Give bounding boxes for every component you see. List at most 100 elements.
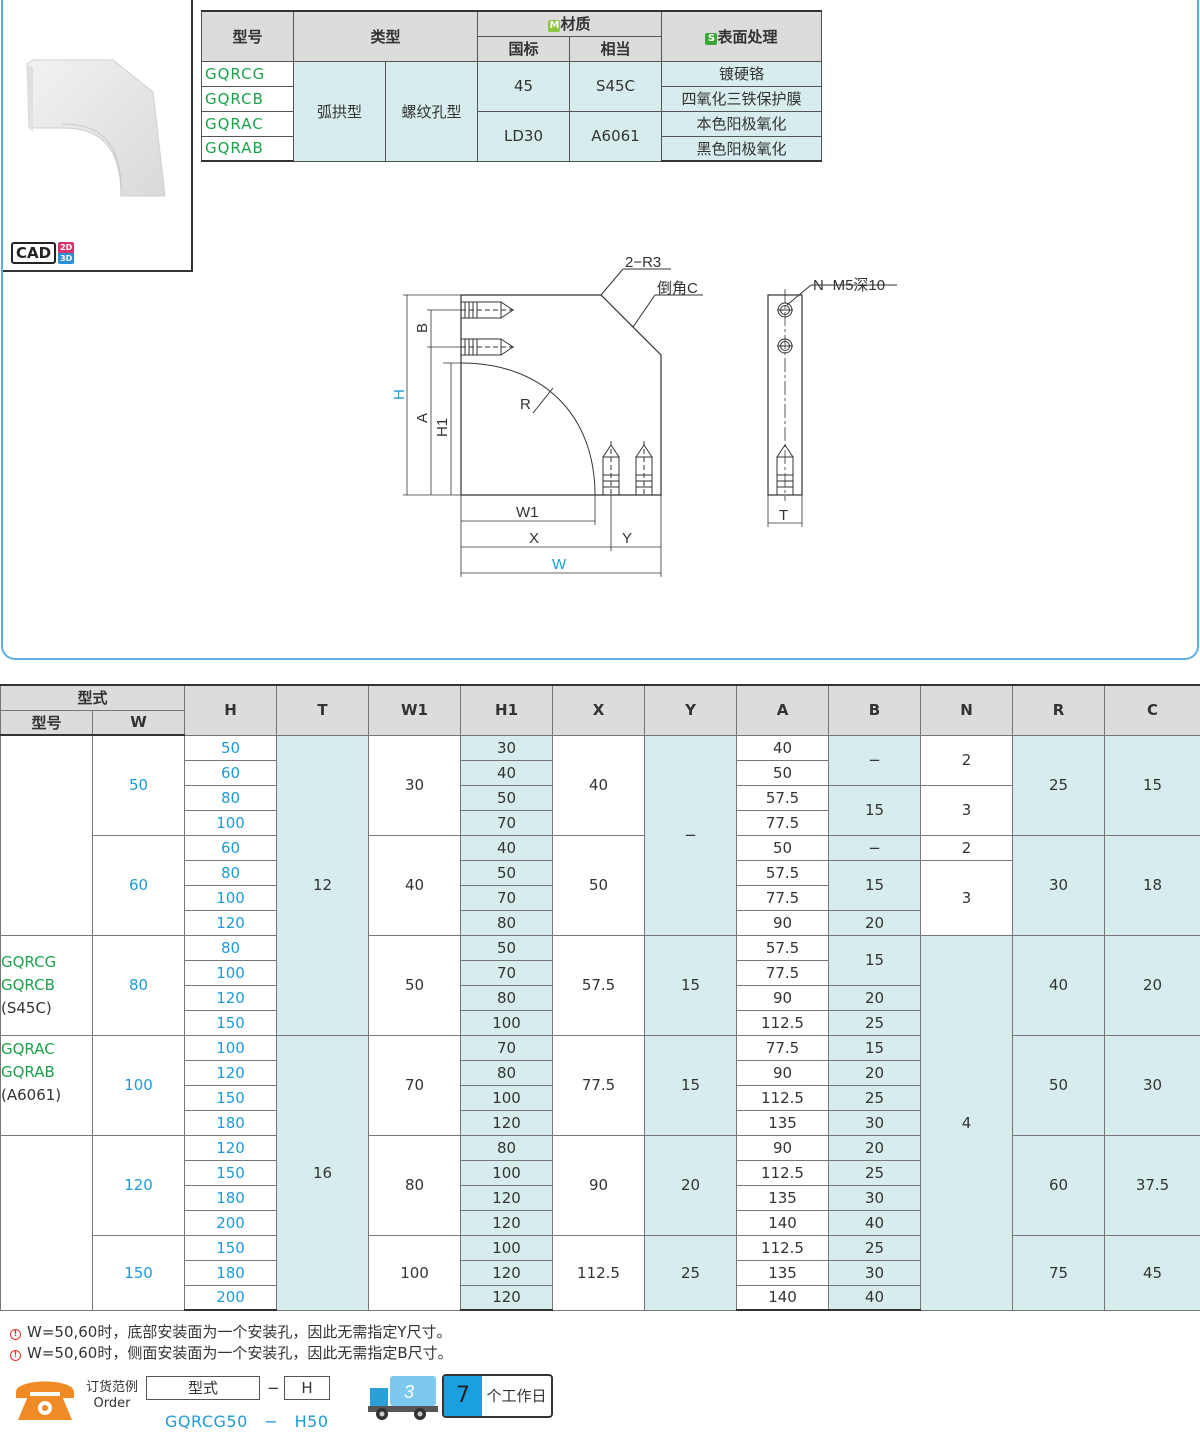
gb-cell: 45 <box>477 60 570 112</box>
a-cell: 135 <box>736 1259 830 1286</box>
type-table: 型号 类型 M材质 S 表面处理 国标 相当 GQRCG 弧拱型 螺纹孔型 45 … <box>201 10 822 162</box>
order-box-model: 型式 <box>146 1376 260 1400</box>
n-cell: 2 <box>920 734 1014 786</box>
col-H1: H1 <box>460 684 554 736</box>
a-cell: 112.5 <box>736 1009 830 1036</box>
product-image <box>26 59 166 197</box>
dim-W: W <box>552 556 567 573</box>
dim-B: B <box>414 323 431 333</box>
delivery-truck-icon: 3 <box>368 1376 438 1420</box>
b-cell: 30 <box>828 1109 922 1136</box>
h-cell: 100 <box>184 1034 278 1061</box>
gb-cell: LD30 <box>477 110 570 162</box>
h1-cell: 70 <box>460 959 554 986</box>
delivery-days-unit: 个工作日 <box>486 1387 547 1405</box>
w-cell: 150 <box>91 1234 186 1311</box>
info-icon: ! <box>10 1350 21 1361</box>
type1-cell: 弧拱型 <box>293 60 386 162</box>
code-cell: GQRCG <box>201 60 294 87</box>
code-cell: GQRAC <box>201 110 294 137</box>
y-cell: 15 <box>644 934 738 1036</box>
cad-3d-badge: 3D <box>58 253 75 264</box>
y-cell: 20 <box>644 1134 738 1236</box>
technical-drawing: H B A H1 R 2−R3 倒角C W1 X Y W N−M5深10 T <box>391 254 897 577</box>
a-cell: 112.5 <box>736 1234 830 1261</box>
h-cell: 200 <box>184 1284 278 1311</box>
h1-cell: 120 <box>460 1184 554 1211</box>
c-cell: 45 <box>1104 1234 1200 1311</box>
model-group-s45c: GQRCG GQRCB (S45C) <box>0 934 93 1036</box>
a-cell: 77.5 <box>736 959 830 986</box>
h1-cell: 70 <box>460 809 554 836</box>
b-cell: 25 <box>828 1084 922 1111</box>
h-model: 型号 <box>0 709 93 736</box>
a-cell: 77.5 <box>736 809 830 836</box>
b-cell: − <box>828 734 922 786</box>
type-h-surface: S 表面处理 <box>661 10 822 62</box>
y-cell: 15 <box>644 1034 738 1136</box>
h1-cell: 100 <box>460 1009 554 1036</box>
note-item: ! W=50,60时，侧面安装面为一个安装孔，因此无需指定B尺寸。 <box>10 1343 453 1364</box>
a-cell: 112.5 <box>736 1159 830 1186</box>
h1-cell: 80 <box>460 1134 554 1161</box>
h-cell: 150 <box>184 1234 278 1261</box>
col-H: H <box>184 684 278 736</box>
material-badge: M <box>548 20 561 33</box>
h-cell: 150 <box>184 1009 278 1036</box>
n-cell: 2 <box>920 834 1014 861</box>
c-cell: 18 <box>1104 834 1200 936</box>
cad-badge[interactable]: CAD 2D 3D <box>11 242 75 264</box>
h1-cell: 120 <box>460 1259 554 1286</box>
r-cell: 30 <box>1012 834 1106 936</box>
h-cell: 200 <box>184 1209 278 1236</box>
model-cell-blank <box>0 1134 93 1311</box>
type2-cell: 螺纹孔型 <box>385 60 478 162</box>
b-cell: 15 <box>828 934 922 986</box>
h1-cell: 80 <box>460 984 554 1011</box>
label-tap: N−M5深10 <box>813 277 885 294</box>
surface-badge: S <box>705 32 718 45</box>
b-cell: 20 <box>828 909 922 936</box>
x-cell: 112.5 <box>552 1234 646 1311</box>
h-cell: 150 <box>184 1159 278 1186</box>
h-W: W <box>91 709 186 736</box>
c-cell: 37.5 <box>1104 1134 1200 1236</box>
a-cell: 90 <box>736 1134 830 1161</box>
col-C: C <box>1104 684 1200 736</box>
a-cell: 57.5 <box>736 934 830 961</box>
a-cell: 50 <box>736 759 830 786</box>
cad-label: CAD <box>11 242 57 264</box>
b-cell: 25 <box>828 1159 922 1186</box>
h-cell: 180 <box>184 1184 278 1211</box>
a-cell: 140 <box>736 1209 830 1236</box>
w1-cell: 30 <box>368 734 462 836</box>
r-cell: 60 <box>1012 1134 1106 1236</box>
dim-A: A <box>414 413 431 423</box>
h-cell: 100 <box>184 809 278 836</box>
product-thumbnail: CAD 2D 3D <box>3 0 193 272</box>
x-cell: 40 <box>552 734 646 836</box>
col-X: X <box>552 684 646 736</box>
h1-cell: 70 <box>460 1034 554 1061</box>
r-cell: 25 <box>1012 734 1106 836</box>
a-cell: 77.5 <box>736 884 830 911</box>
dim-H: H <box>391 389 408 400</box>
y-cell: − <box>644 734 738 936</box>
type-h-type: 类型 <box>293 10 478 62</box>
w-cell: 50 <box>91 734 186 836</box>
h-cell: 100 <box>184 884 278 911</box>
a-cell: 57.5 <box>736 784 830 811</box>
h-cell: 120 <box>184 909 278 936</box>
b-cell: 30 <box>828 1184 922 1211</box>
h1-cell: 50 <box>460 784 554 811</box>
n-cell: 4 <box>920 934 1014 1311</box>
b-cell: 25 <box>828 1009 922 1036</box>
b-cell: 15 <box>828 859 922 911</box>
a-cell: 90 <box>736 984 830 1011</box>
model-cell-blank <box>0 734 93 936</box>
c-cell: 30 <box>1104 1034 1200 1136</box>
t-cell: 16 <box>276 1034 370 1311</box>
h-cell: 120 <box>184 1134 278 1161</box>
w-cell: 100 <box>91 1034 186 1136</box>
h1-cell: 70 <box>460 884 554 911</box>
